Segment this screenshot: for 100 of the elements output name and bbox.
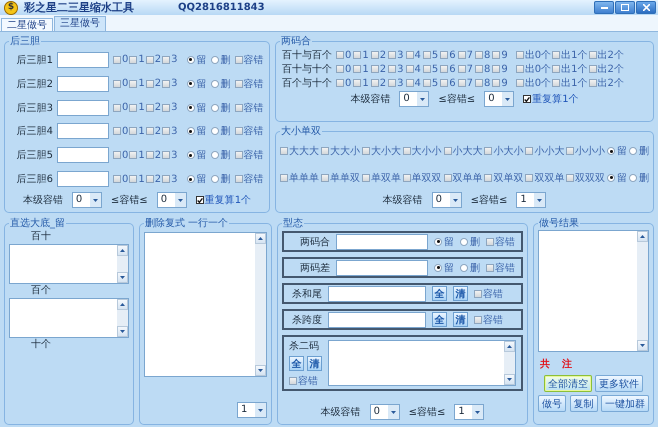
small-button[interactable]: 清 xyxy=(307,356,322,370)
checkbox[interactable]: 2 xyxy=(370,64,386,74)
scroll-down-button[interactable] xyxy=(117,326,128,337)
dropdown[interactable]: 0 xyxy=(484,91,514,107)
scroll-down-button[interactable] xyxy=(117,272,128,283)
radio-button[interactable]: 删 xyxy=(210,124,230,138)
checkbox[interactable]: 1 xyxy=(353,78,369,88)
dropdown[interactable]: 0 xyxy=(72,192,102,208)
action-button[interactable]: 复制 xyxy=(570,395,598,412)
checkbox[interactable]: 6 xyxy=(440,78,456,88)
checkbox[interactable]: 2 xyxy=(370,78,386,88)
checkbox[interactable]: 出0个 xyxy=(516,62,552,76)
radio-button[interactable]: 删 xyxy=(460,234,480,248)
checkbox[interactable]: 3 xyxy=(162,78,178,90)
radio-button[interactable]: 删 xyxy=(210,76,230,91)
checkbox[interactable]: 3 xyxy=(388,64,404,74)
checkbox[interactable]: 6 xyxy=(440,64,456,74)
scroll-up-button[interactable] xyxy=(255,233,266,244)
checkbox[interactable]: 出0个 xyxy=(516,76,552,90)
small-button[interactable]: 全 xyxy=(289,356,304,370)
checkbox[interactable]: 2 xyxy=(370,50,386,60)
checkbox[interactable]: 0 xyxy=(113,174,128,185)
checkbox[interactable]: 出2个 xyxy=(588,62,624,76)
checkbox[interactable]: 出1个 xyxy=(552,76,588,90)
checkbox[interactable]: 3 xyxy=(162,102,178,114)
radio-button[interactable]: 删 xyxy=(210,52,230,67)
checkbox[interactable]: 容错 xyxy=(234,148,264,162)
checkbox[interactable]: 5 xyxy=(422,78,438,88)
checkbox[interactable]: 9 xyxy=(492,50,508,60)
text-field[interactable] xyxy=(57,100,109,116)
text-field[interactable] xyxy=(57,52,109,68)
minimize-button[interactable] xyxy=(594,1,614,14)
checkbox[interactable]: 容错 xyxy=(289,374,322,388)
scrollbar[interactable] xyxy=(637,231,648,351)
checkbox[interactable]: 3 xyxy=(388,50,404,60)
checkbox[interactable]: 容错 xyxy=(474,286,503,300)
checkbox[interactable]: 9 xyxy=(492,78,508,88)
checkbox[interactable]: 2 xyxy=(146,102,162,114)
checkbox[interactable]: 容错 xyxy=(234,124,264,138)
radio-button[interactable]: 留 xyxy=(186,172,206,186)
checkbox[interactable]: 出2个 xyxy=(588,76,624,90)
checkbox[interactable]: 5 xyxy=(422,50,438,60)
checkbox[interactable]: 单双单 xyxy=(362,170,401,185)
checkbox[interactable]: 0 xyxy=(113,126,128,137)
checkbox[interactable]: 9 xyxy=(492,64,508,74)
checkbox[interactable]: 单双双 xyxy=(402,170,442,185)
checkbox[interactable]: 0 xyxy=(113,102,128,114)
checkbox[interactable]: 容错 xyxy=(234,172,264,186)
checkbox[interactable]: 出2个 xyxy=(588,48,624,62)
scroll-down-button[interactable] xyxy=(255,365,266,376)
action-button[interactable]: 做号 xyxy=(538,395,566,412)
checkbox[interactable]: 2 xyxy=(146,78,162,90)
radio-button[interactable]: 留 xyxy=(607,170,627,185)
checkbox[interactable]: 4 xyxy=(406,78,421,88)
small-button[interactable]: 清 xyxy=(453,312,468,327)
text-field[interactable] xyxy=(328,286,426,302)
checkbox[interactable]: 7 xyxy=(458,50,473,60)
checkbox[interactable]: 2 xyxy=(146,174,162,185)
scrollbar[interactable] xyxy=(504,341,515,385)
checkbox[interactable]: 容错 xyxy=(234,52,264,67)
checkbox[interactable]: 3 xyxy=(162,174,178,185)
checkbox[interactable]: 3 xyxy=(162,126,178,137)
checkbox[interactable]: 0 xyxy=(113,78,128,90)
scroll-down-button[interactable] xyxy=(504,374,515,385)
text-field[interactable] xyxy=(328,312,426,328)
checkbox[interactable]: 2 xyxy=(146,54,162,66)
checkbox[interactable]: 4 xyxy=(406,64,421,74)
dropdown[interactable]: 0 xyxy=(370,404,400,420)
checkbox[interactable]: 双单双 xyxy=(484,170,524,185)
checkbox[interactable]: 重复算1个 xyxy=(196,193,252,207)
checkbox[interactable]: 1 xyxy=(129,54,145,66)
radio-button[interactable]: 删 xyxy=(210,148,230,162)
action-button[interactable]: 全部清空 xyxy=(544,375,592,392)
checkbox[interactable]: 2 xyxy=(146,126,162,137)
checkbox[interactable]: 3 xyxy=(162,54,178,66)
tab[interactable]: 三星做号 xyxy=(54,16,106,31)
radio-button[interactable]: 留 xyxy=(186,76,206,91)
scroll-up-button[interactable] xyxy=(504,341,515,352)
radio-button[interactable]: 删 xyxy=(628,170,649,185)
dropdown[interactable]: 0 xyxy=(399,91,430,107)
dropdown[interactable]: 1 xyxy=(237,402,267,418)
checkbox[interactable]: 1 xyxy=(129,150,145,161)
dropdown[interactable]: 0 xyxy=(156,192,187,208)
checkbox[interactable]: 1 xyxy=(353,50,369,60)
checkbox[interactable]: 大大小 xyxy=(320,144,360,158)
checkbox[interactable]: 容错 xyxy=(234,76,264,91)
radio-button[interactable]: 留 xyxy=(186,52,206,67)
checkbox[interactable]: 7 xyxy=(458,78,473,88)
checkbox[interactable]: 6 xyxy=(440,50,456,60)
radio-button[interactable]: 留 xyxy=(186,148,206,162)
scrollbar[interactable] xyxy=(117,245,128,283)
radio-button[interactable]: 删 xyxy=(210,100,230,115)
checkbox[interactable]: 8 xyxy=(475,64,490,74)
checkbox[interactable]: 小大小 xyxy=(484,144,524,158)
checkbox[interactable]: 重复算1个 xyxy=(523,92,579,106)
checkbox[interactable]: 2 xyxy=(146,150,162,161)
checkbox[interactable]: 0 xyxy=(336,50,352,60)
action-button[interactable]: 一键加群 xyxy=(601,395,649,412)
checkbox[interactable]: 大小大 xyxy=(362,144,401,158)
checkbox[interactable]: 小大大 xyxy=(444,144,482,158)
